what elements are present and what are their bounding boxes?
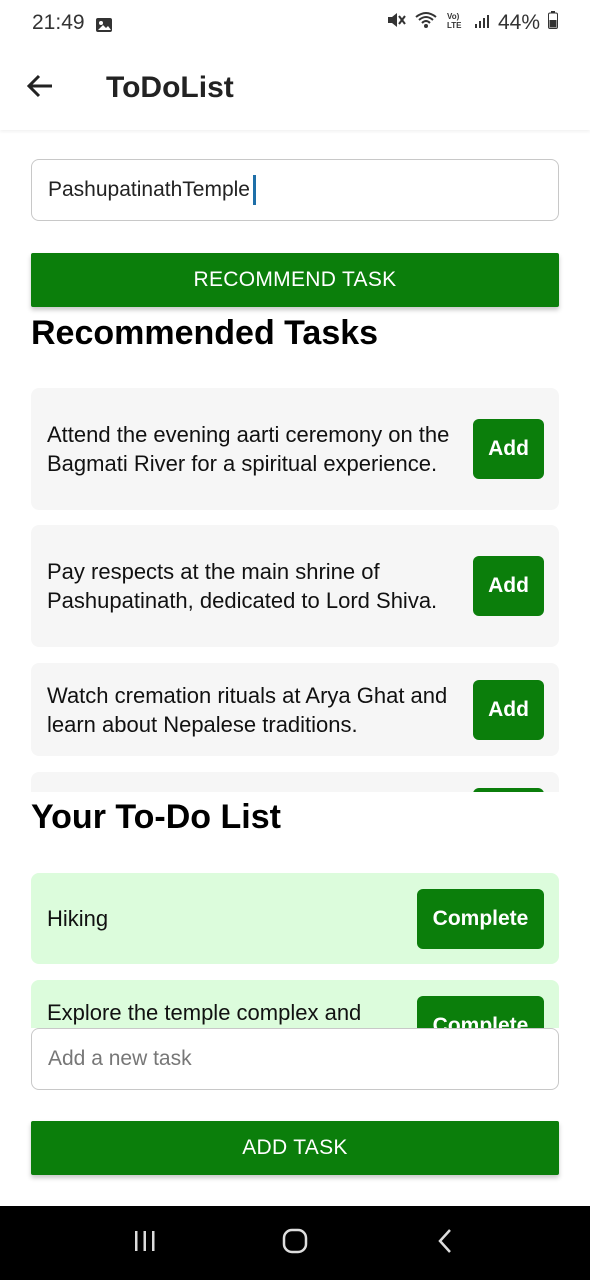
add-recommended-button[interactable]: Add xyxy=(473,419,544,479)
back-nav-button[interactable] xyxy=(415,1218,475,1268)
new-task-input[interactable]: Add a new task xyxy=(31,1028,559,1090)
app-title: ToDoList xyxy=(106,71,234,104)
todo-item: Explore the temple complex and Complete xyxy=(31,980,559,1028)
todo-item-text: Explore the temple complex and xyxy=(47,1000,362,1025)
place-input[interactable]: PashupatinathTemple xyxy=(31,159,559,221)
mute-icon xyxy=(386,11,406,35)
app-bar: ToDoList xyxy=(0,46,590,130)
recommended-list[interactable]: Attend the evening aarti ceremony on the… xyxy=(31,388,559,792)
complete-button[interactable]: Complete xyxy=(417,888,544,949)
svg-text:LTE: LTE xyxy=(447,21,462,29)
battery-percent: 44% xyxy=(497,11,540,34)
system-nav-bar xyxy=(0,1206,590,1280)
recommended-item-text: Attend the evening aarti ceremony on the… xyxy=(47,422,450,476)
arrow-back-icon xyxy=(26,74,54,103)
status-right: Vo) LTE 44% xyxy=(386,11,558,35)
add-task-button[interactable]: ADD TASK xyxy=(31,1121,559,1175)
place-input-value: PashupatinathTemple xyxy=(48,178,250,201)
add-recommended-button-partial[interactable] xyxy=(473,788,544,792)
wifi-icon xyxy=(414,11,438,35)
add-recommended-button[interactable]: Add xyxy=(473,556,544,616)
home-icon xyxy=(281,1227,309,1260)
gallery-notification-icon xyxy=(95,15,113,32)
back-button[interactable] xyxy=(0,46,80,130)
text-cursor xyxy=(252,175,256,205)
complete-button[interactable]: Complete xyxy=(417,996,544,1028)
status-time: 21:49 xyxy=(32,11,85,34)
todo-list[interactable]: Hiking Complete Explore the temple compl… xyxy=(31,873,559,1028)
todo-item-text: Hiking xyxy=(47,906,109,931)
recommended-tasks-heading: Recommended Tasks xyxy=(31,314,379,352)
recommended-item: Pay respects at the main shrine of Pashu… xyxy=(31,525,559,647)
recents-icon xyxy=(132,1229,158,1258)
home-button[interactable] xyxy=(265,1218,325,1268)
status-bar: 21:49 Vo) LTE 44% xyxy=(0,0,590,46)
battery-icon xyxy=(548,11,558,35)
status-left: 21:49 xyxy=(32,11,113,35)
recents-button[interactable] xyxy=(115,1218,175,1268)
recommended-item: Attend the evening aarti ceremony on the… xyxy=(31,388,559,510)
recommended-item-text: Pay respects at the main shrine of Pashu… xyxy=(47,559,438,613)
recommended-item-partial xyxy=(31,772,559,792)
recommend-task-button[interactable]: RECOMMEND TASK xyxy=(31,253,559,307)
new-task-placeholder: Add a new task xyxy=(48,1047,192,1070)
signal-icon xyxy=(474,11,490,35)
add-recommended-button[interactable]: Add xyxy=(473,679,544,740)
volte-icon: Vo) LTE xyxy=(446,11,466,35)
recommended-item: Watch cremation rituals at Arya Ghat and… xyxy=(31,663,559,756)
recommended-item-text: Watch cremation rituals at Arya Ghat and… xyxy=(47,682,448,737)
svg-text:Vo): Vo) xyxy=(447,12,460,21)
chevron-left-icon xyxy=(435,1227,455,1260)
todo-list-heading: Your To-Do List xyxy=(31,798,281,836)
todo-item: Hiking Complete xyxy=(31,873,559,964)
